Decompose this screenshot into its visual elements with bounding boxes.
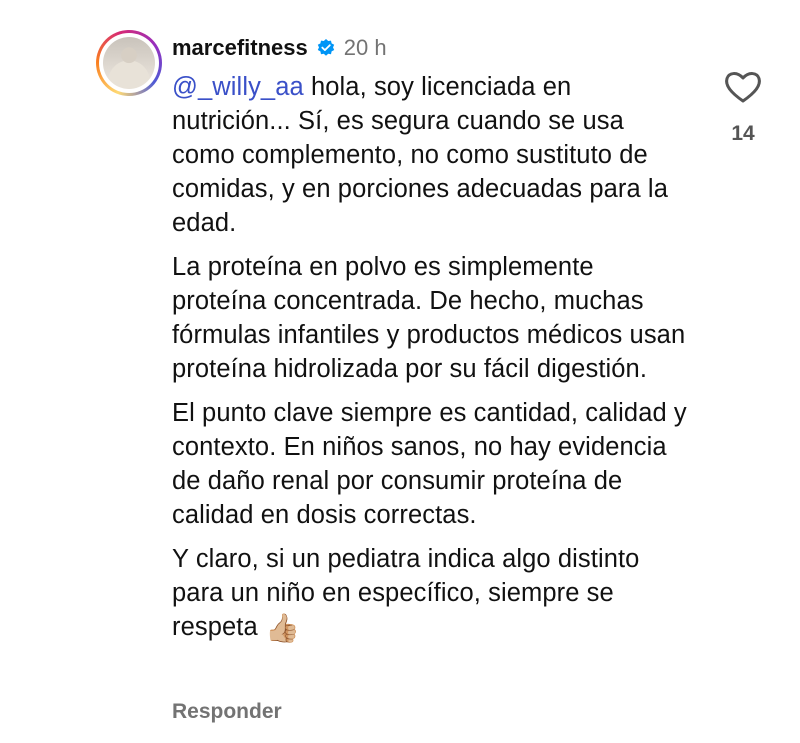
verified-badge-icon [316, 38, 336, 58]
mention-link[interactable]: @_willy_aa [172, 73, 304, 101]
comment-paragraph-1: @_willy_aa hola, soy licenciada en nutri… [172, 70, 692, 240]
comment-header: marcefitness 20 h [172, 33, 387, 63]
like-count: 14 [731, 122, 755, 145]
thumbs-up-icon: 👍🏼 [264, 612, 300, 644]
reply-button[interactable]: Responder [172, 700, 282, 724]
comment-timestamp: 20 h [343, 35, 387, 60]
comment-paragraph-2: La proteína en polvo es simplemente prot… [172, 253, 686, 383]
comment-username[interactable]: marcefitness [172, 35, 308, 61]
comment-text-4: Y claro, si un pediatra indica algo dist… [172, 545, 640, 641]
avatar[interactable] [96, 30, 162, 96]
avatar-border [99, 33, 159, 93]
comment-paragraph-4: Y claro, si un pediatra indica algo dist… [172, 542, 692, 645]
comment-body: @_willy_aa hola, soy licenciada en nutri… [172, 70, 692, 655]
avatar-photo [103, 37, 155, 89]
heart-outline-icon[interactable] [722, 66, 764, 108]
comment-paragraph-3: El punto clave siempre es cantidad, cali… [172, 399, 687, 529]
